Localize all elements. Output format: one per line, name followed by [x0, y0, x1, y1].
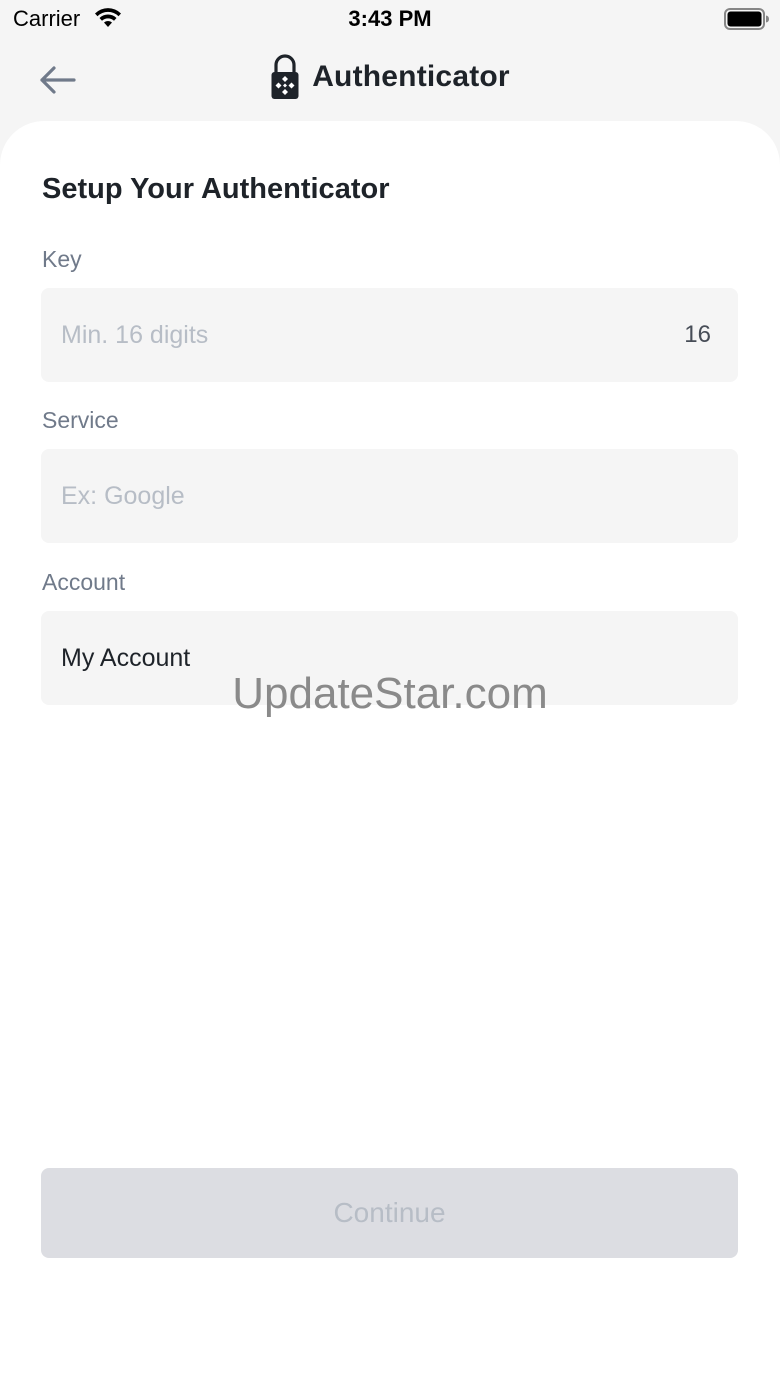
form-title: Setup Your Authenticator — [42, 173, 390, 205]
key-placeholder: Min. 16 digits — [61, 321, 209, 349]
padlock-icon — [271, 54, 299, 99]
form-card: Setup Your Authenticator Key Min. 16 dig… — [0, 121, 780, 1387]
page-title: Authenticator — [312, 60, 510, 93]
service-placeholder: Ex: Google — [61, 482, 185, 510]
status-bar: Carrier 3:43 PM — [0, 0, 780, 40]
account-input[interactable]: My Account — [41, 611, 738, 705]
continue-button[interactable]: Continue — [41, 1168, 738, 1258]
battery-icon — [724, 8, 769, 30]
account-label: Account — [42, 569, 126, 595]
clock-time: 3:43 PM — [348, 6, 432, 31]
navigation-bar: Authenticator — [0, 40, 780, 120]
nav-title-group: Authenticator — [0, 54, 780, 100]
key-input[interactable]: Min. 16 digits 16 — [41, 288, 738, 382]
key-length-counter: 16 — [684, 321, 711, 348]
account-value: My Account — [61, 644, 191, 672]
key-label: Key — [42, 246, 82, 272]
service-label: Service — [42, 407, 119, 433]
service-input[interactable]: Ex: Google — [41, 449, 738, 543]
